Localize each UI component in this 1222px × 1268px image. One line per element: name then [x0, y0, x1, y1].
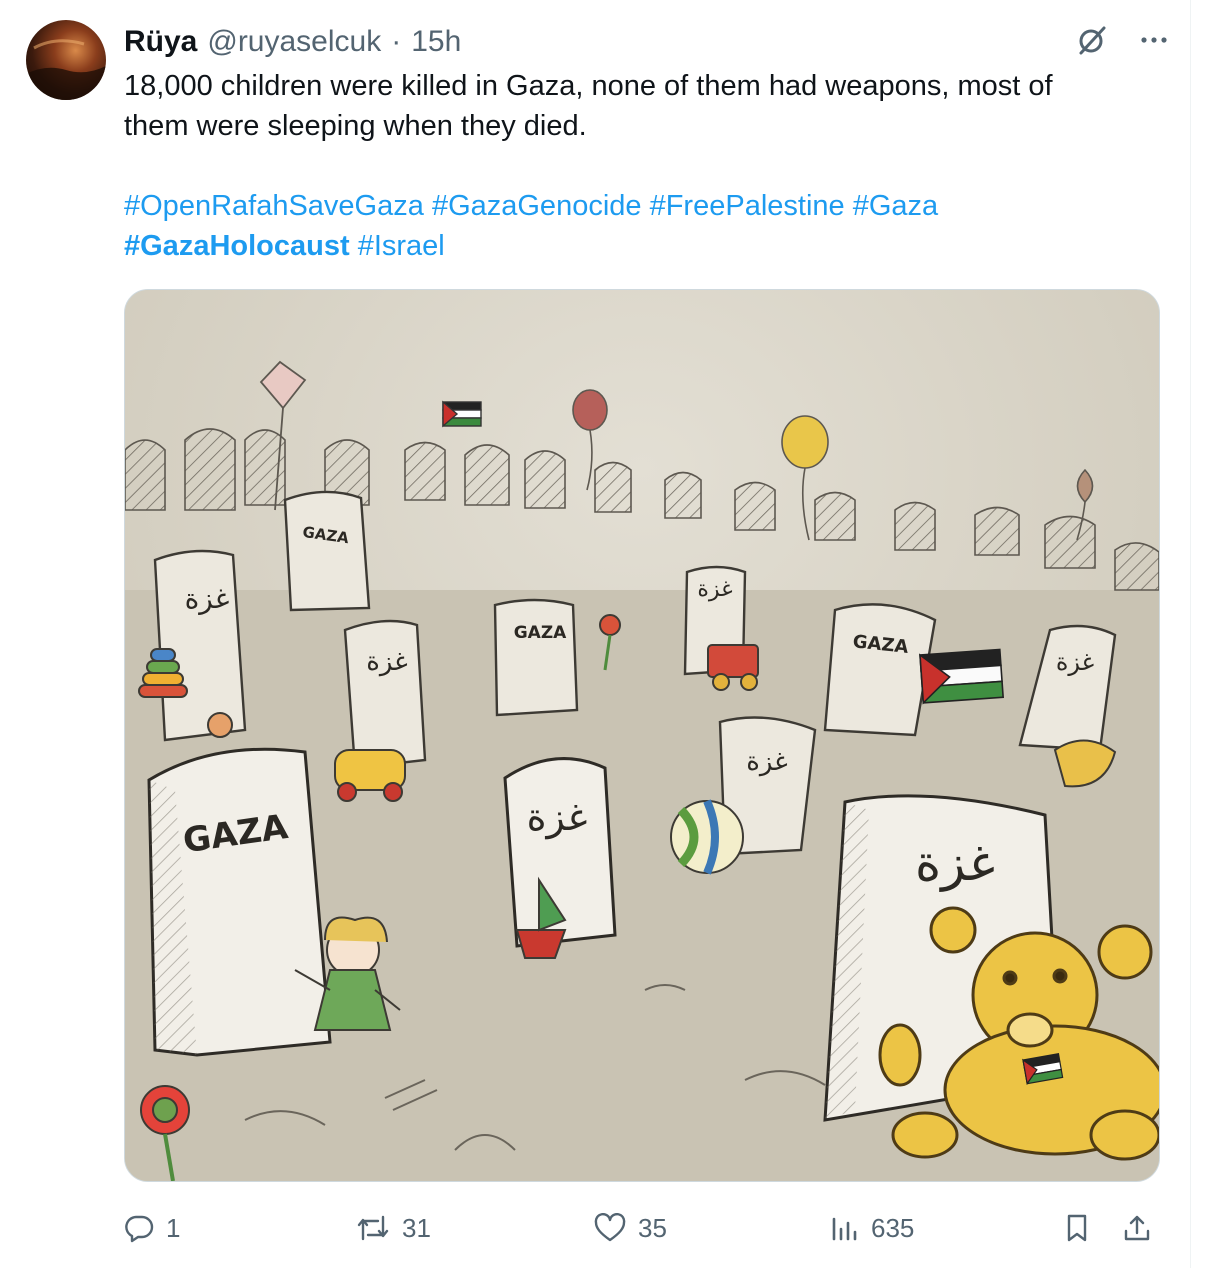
- author-name[interactable]: Rüya: [124, 25, 197, 59]
- share-icon: [1122, 1213, 1152, 1243]
- views-count: 635: [871, 1212, 915, 1243]
- tweet-text-line: 18,000 children were killed in Gaza, non…: [124, 70, 1053, 102]
- hashtag-link[interactable]: #OpenRafahSaveGaza: [124, 190, 424, 222]
- reply-count: 1: [166, 1212, 181, 1243]
- grave-label: غزة: [746, 747, 788, 777]
- tweet-text: 18,000 children were killed in Gaza, non…: [124, 66, 1164, 266]
- grok-icon[interactable]: [1074, 22, 1110, 58]
- bookmark-button[interactable]: [1062, 1205, 1092, 1251]
- tweet-image[interactable]: GAZA GAZA GAZA GAZA غزة غزة غزة غزة غزة …: [124, 289, 1160, 1182]
- views-icon: [829, 1213, 859, 1243]
- grave-label: غزة: [366, 647, 408, 677]
- hashtag-line: #OpenRafahSaveGaza #GazaGenocide #FreePa…: [124, 186, 1164, 226]
- grave-label: GAZA: [514, 623, 567, 643]
- tweet-text-line: them were sleeping when they died.: [124, 110, 587, 142]
- hashtag-link[interactable]: #Gaza: [853, 190, 938, 222]
- like-count: 35: [638, 1212, 667, 1243]
- avatar[interactable]: [26, 20, 106, 100]
- bookmark-icon: [1062, 1213, 1092, 1243]
- more-icon[interactable]: [1136, 22, 1172, 58]
- dot-separator: ·: [391, 25, 402, 58]
- repost-button[interactable]: 31: [356, 1205, 431, 1251]
- tweet-actions: 1 31 35 635: [124, 1205, 1164, 1251]
- reply-button[interactable]: 1: [124, 1205, 180, 1251]
- hashtag-link[interactable]: #GazaHolocaust: [124, 230, 350, 262]
- grave-label: غزة: [915, 834, 995, 892]
- tweet-time[interactable]: 15h: [411, 25, 461, 59]
- like-button[interactable]: 35: [594, 1205, 667, 1251]
- repost-count: 31: [402, 1212, 431, 1243]
- like-icon: [594, 1213, 626, 1243]
- grave-label: غزة: [527, 795, 588, 840]
- grave-label: غزة: [697, 577, 732, 602]
- grave-label: غزة: [1056, 648, 1094, 676]
- hashtag-line: #GazaHolocaust #Israel: [124, 226, 1164, 266]
- views-button[interactable]: 635: [829, 1205, 914, 1251]
- tweet-header: Rüya @ruyaselcuk · 15h: [124, 22, 461, 62]
- hashtag-link[interactable]: #FreePalestine: [650, 190, 845, 222]
- author-handle[interactable]: @ruyaselcuk: [207, 25, 381, 59]
- hashtag-link[interactable]: #Israel: [358, 230, 445, 262]
- grave-label: غزة: [185, 582, 230, 615]
- share-button[interactable]: [1122, 1205, 1152, 1251]
- timeline-border: [1190, 0, 1191, 1268]
- reply-icon: [124, 1213, 154, 1243]
- repost-icon: [356, 1213, 390, 1243]
- hashtag-link[interactable]: #GazaGenocide: [432, 190, 642, 222]
